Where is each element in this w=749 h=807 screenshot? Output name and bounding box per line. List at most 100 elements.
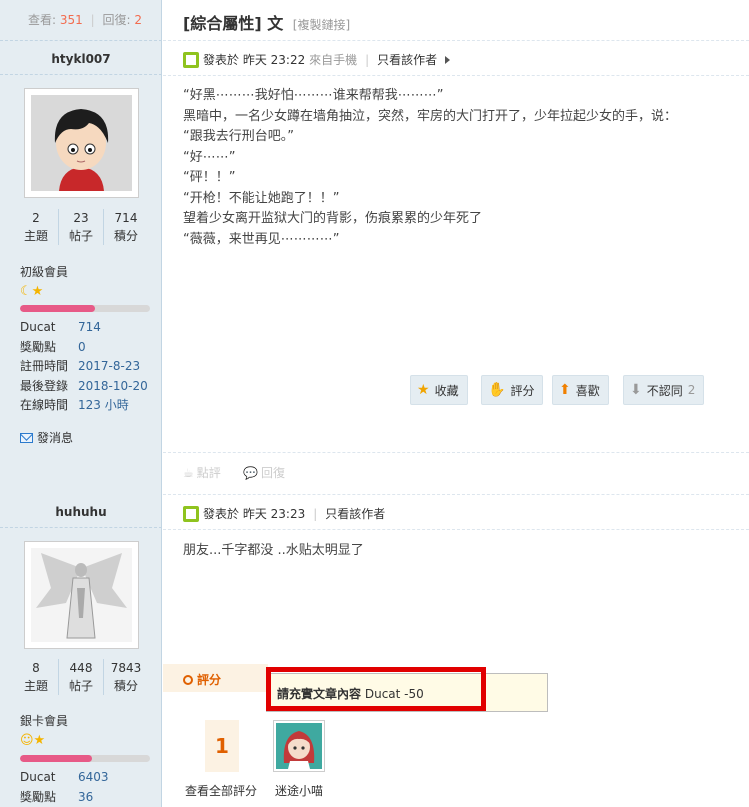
points-stat[interactable]: 714 積分 xyxy=(103,209,148,245)
info-row-register: 註冊時間 2017-8-23 xyxy=(20,359,141,373)
divider xyxy=(163,40,749,41)
rating-count[interactable]: 1 xyxy=(205,720,239,772)
mail-icon xyxy=(20,432,33,443)
dislike-button[interactable]: ⬇ 不認同 2 xyxy=(623,375,705,405)
divider xyxy=(0,40,162,41)
posted-time: 昨天 23:22 xyxy=(242,53,306,67)
rate-label: 評分 xyxy=(510,383,535,398)
topics-stat[interactable]: 8 主題 xyxy=(14,659,58,695)
info-row-last-login: 最後登錄 2018-10-20 xyxy=(20,378,148,393)
author-sidebar: 查看: 351 | 回復: 2 htykl007 2 主題 23 帖子 714 積分 xyxy=(0,0,162,807)
divider xyxy=(163,494,749,495)
rater-name[interactable]: 迷途小喵 xyxy=(275,782,323,799)
cartoon-boy-avatar xyxy=(31,95,132,191)
send-message-label: 發消息 xyxy=(37,431,74,445)
send-message-button[interactable]: 發消息 xyxy=(20,429,73,446)
divider xyxy=(163,75,749,76)
like-button[interactable]: ⬆ 喜歡 xyxy=(552,375,609,405)
rating-amount: Ducat -50 xyxy=(364,687,424,701)
stats-separator: | xyxy=(90,13,95,27)
comment-action[interactable]: ☕ 點評 xyxy=(183,464,221,481)
post-body-line: 黑暗中，一名少女蹲在墙角抽泣，突然，牢房的大门打开了，少年拉起少女的手，说： xyxy=(183,108,678,124)
like-label: 喜歡 xyxy=(575,383,600,398)
rank-progress-fill xyxy=(20,305,96,312)
rating-reason: 請充實文章內容 Ducat -50 xyxy=(277,685,424,702)
posted-label: 發表於 xyxy=(203,507,240,521)
rank-smile-star-icon: ☺★ xyxy=(20,733,46,748)
favorite-label: 收藏 xyxy=(434,383,459,398)
post-meta-2: 發表於 昨天 23:23 | 只看該作者 xyxy=(183,505,385,522)
view-all-ratings-link[interactable]: 查看全部評分 xyxy=(185,782,257,799)
dislike-label: 不認同 xyxy=(646,383,683,398)
rank-progress-1 xyxy=(20,305,150,312)
rating-reason-text: 請充實文章內容 xyxy=(277,687,362,701)
post-body-1: “好黑⋯⋯⋯我好怕⋯⋯⋯谁来帮帮我⋯⋯⋯” 黑暗中，一名少女蹲在墙角抽泣，突然，牢… xyxy=(183,86,733,250)
avatar-2[interactable] xyxy=(24,541,139,649)
divider xyxy=(163,529,749,530)
user-rank-2[interactable]: 銀卡會員 xyxy=(20,712,68,729)
from-mobile-label: 來自手機 xyxy=(309,53,358,67)
info-row-ducat: Ducat 6403 xyxy=(20,770,109,784)
post-body-line: “好黑⋯⋯⋯我好怕⋯⋯⋯谁来帮帮我⋯⋯⋯” xyxy=(183,88,444,103)
meta-separator: | xyxy=(313,506,318,521)
post-body-2: 朋友...千字都没 ..水贴太明显了 xyxy=(183,543,364,558)
user-stats-1: 2 主題 23 帖子 714 積分 xyxy=(14,209,148,245)
rating-circle-icon xyxy=(183,674,193,685)
points-stat[interactable]: 7843 積分 xyxy=(103,659,148,695)
online-status-icon xyxy=(183,51,199,68)
user-rank-1[interactable]: 初級會員 xyxy=(20,263,68,280)
rating-title: 評分 xyxy=(183,671,221,688)
divider xyxy=(0,527,162,528)
dislike-count: 2 xyxy=(687,383,696,397)
thread-stats: 查看: 351 | 回復: 2 xyxy=(28,11,142,28)
rating-title-text: 評分 xyxy=(197,673,222,687)
post-body-line: “跟我去行刑台吧。” xyxy=(183,129,294,144)
post-meta-1: 發表於 昨天 23:22 來自手機 | 只看該作者 xyxy=(183,51,451,68)
views-label: 查看: xyxy=(28,13,57,27)
only-author-link[interactable]: 只看該作者 xyxy=(325,505,385,522)
reply-label: 回復 xyxy=(260,466,285,480)
views-count: 351 xyxy=(59,13,83,27)
user-stats-2: 8 主題 448 帖子 7843 積分 xyxy=(14,659,148,695)
comment-label: 點評 xyxy=(196,466,221,480)
post-body-line: “砰！！” xyxy=(183,170,236,185)
favorite-button[interactable]: ★ 收藏 xyxy=(410,375,468,405)
thumb-up-icon: ✋ xyxy=(488,382,506,398)
thread-title: [綜合屬性] 文 [複製鏈接] xyxy=(183,10,350,34)
info-row-reward: 獎勵點 0 xyxy=(20,339,86,354)
divider xyxy=(163,452,749,453)
meta-separator: | xyxy=(365,52,370,67)
rank-moon-star-icon: ☾★ xyxy=(20,284,44,299)
arrow-up-icon: ⬆ xyxy=(559,382,571,398)
info-row-reward: 獎勵點 36 xyxy=(20,789,94,804)
info-row-ducat: Ducat 714 xyxy=(20,320,101,334)
post-body-line: 望着少女离开监狱大门的背影，伤痕累累的少年死了 xyxy=(183,211,483,226)
copy-link-button[interactable]: [複製鏈接] xyxy=(293,18,350,32)
divider xyxy=(0,74,162,75)
author-name-2[interactable]: huhuhu xyxy=(0,505,162,519)
caret-right-icon[interactable] xyxy=(445,55,451,64)
anime-girl-avatar xyxy=(276,723,322,769)
replies-count: 2 xyxy=(134,13,142,27)
posts-stat[interactable]: 23 帖子 xyxy=(58,209,103,245)
arrow-down-icon: ⬇ xyxy=(630,382,642,398)
rate-button[interactable]: ✋ 評分 xyxy=(481,375,544,405)
topics-stat[interactable]: 2 主題 xyxy=(14,209,58,245)
rater-avatar[interactable] xyxy=(273,720,325,772)
online-status-icon xyxy=(183,505,199,522)
posted-time: 昨天 23:23 xyxy=(242,507,306,521)
post-content-area: [綜合屬性] 文 [複製鏈接] 發表於 昨天 23:22 來自手機 | 只看該作… xyxy=(163,0,749,807)
posted-label: 發表於 xyxy=(203,53,240,67)
user-info-1: Ducat 714 獎勵點 0 註冊時間 2017-8-23 最後登錄 2018-10-… xyxy=(20,318,148,416)
post-body-line: “好⋯⋯” xyxy=(183,149,236,165)
avatar-1[interactable] xyxy=(24,88,139,198)
winged-figure-avatar xyxy=(31,548,132,642)
rank-progress-2 xyxy=(20,755,150,762)
reply-icon: 💬 xyxy=(243,465,258,480)
star-icon: ★ xyxy=(417,382,430,398)
author-name-1[interactable]: htykl007 xyxy=(0,52,162,66)
posts-stat[interactable]: 448 帖子 xyxy=(58,659,103,695)
only-author-link[interactable]: 只看該作者 xyxy=(377,51,437,68)
thread-title-text: [綜合屬性] 文 xyxy=(183,14,284,33)
reply-action[interactable]: 💬 回復 xyxy=(243,464,285,481)
